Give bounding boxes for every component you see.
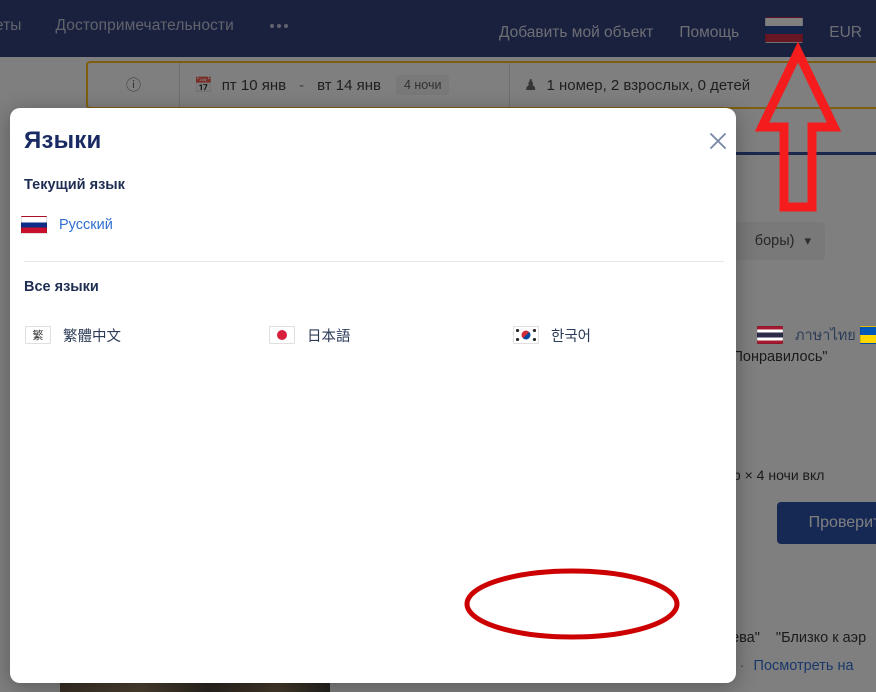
zh-tw-flag-icon [25,326,51,344]
th-flag-icon [757,326,783,344]
language-grid: 繁體中文日本語한국어ภาษาไทยУкраїнськаالعربيةBahasa… [21,312,876,358]
current-language-row[interactable]: Русский [21,212,113,238]
ja-flag-icon [269,326,295,344]
language-modal [10,108,736,683]
current-language-heading: Текущий язык [24,177,125,193]
language-option-[interactable]: ภาษาไทย [753,312,856,358]
uk-flag-icon [859,326,876,344]
language-option-label: 한국어 [551,328,592,345]
language-option-[interactable]: Українська [856,312,876,358]
language-option-label: ภาษาไทย [795,327,856,344]
modal-divider [24,261,724,262]
language-option-[interactable]: 繁體中文 [21,312,265,358]
language-option-label: 繁體中文 [63,328,121,345]
current-language-label: Русский [59,217,113,233]
all-languages-heading: Все языки [24,279,99,295]
modal-title: Языки [24,127,102,154]
language-option-[interactable]: 日本語 [265,312,509,358]
screen-root: билеты Достопримечательности Добавить мо… [0,0,876,692]
ko-flag-icon [513,326,539,344]
close-icon[interactable] [703,126,733,156]
language-option-label: 日本語 [307,328,351,345]
ru-flag-icon [21,216,47,234]
language-option-[interactable]: 한국어 [509,312,753,358]
